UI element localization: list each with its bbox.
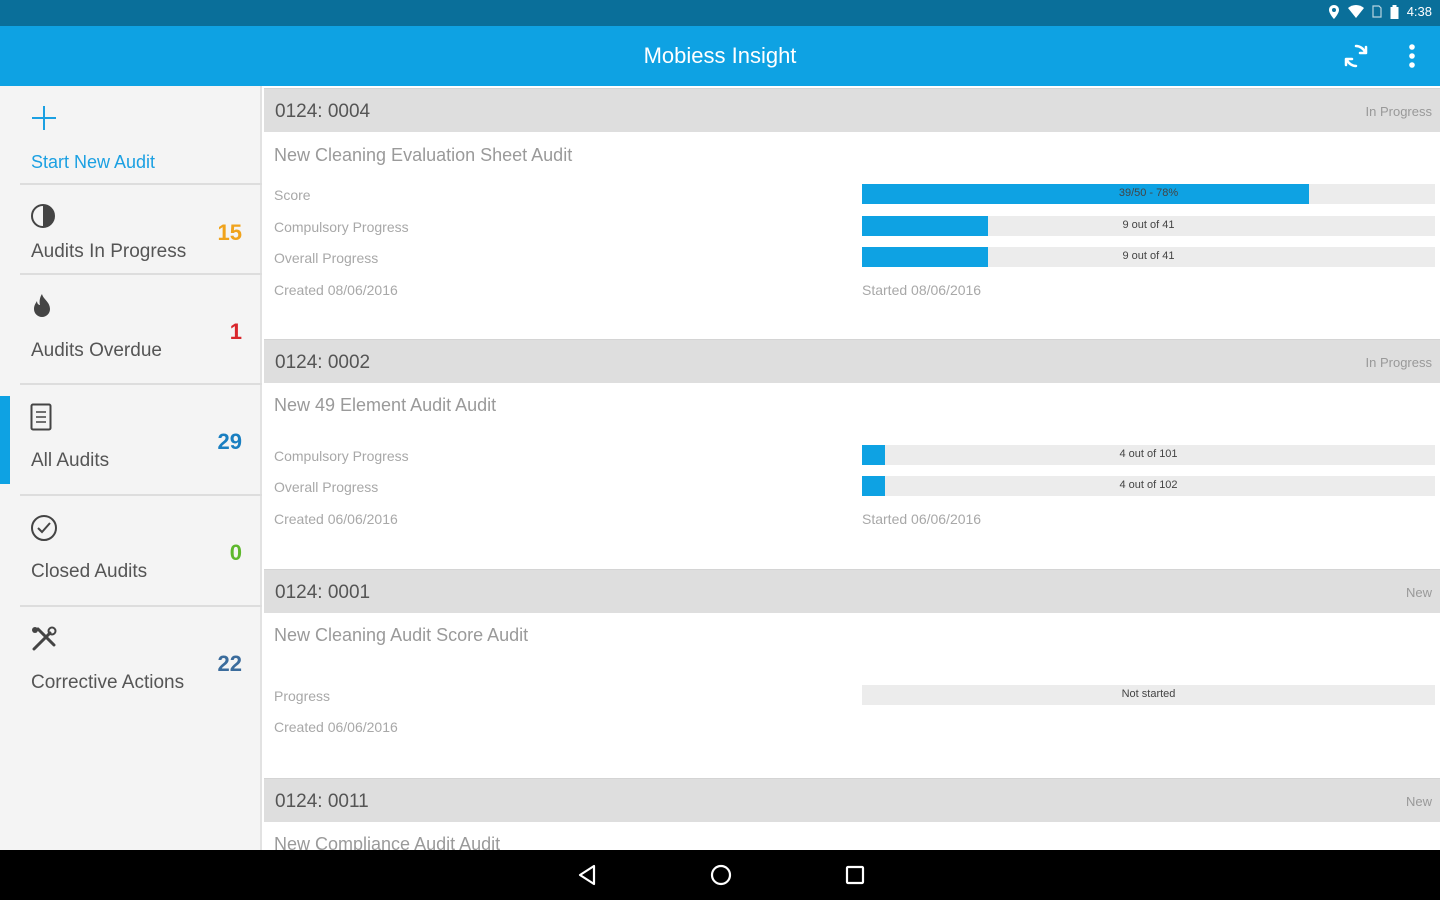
audit-card-header[interactable]: 0124: 0002 In Progress <box>264 339 1440 383</box>
compulsory-progress-bar: 4 out of 101 <box>862 445 1435 465</box>
sidebar-item-count: 0 <box>229 540 242 565</box>
sidebar-item-audits-in-progress[interactable]: Audits In Progress 15 <box>20 185 262 275</box>
sidebar-item-label: Corrective Actions <box>31 672 185 693</box>
bar-text: 39/50 - 78% <box>1118 187 1179 199</box>
sidebar-item-count: 22 <box>217 651 242 676</box>
audit-title[interactable]: New Cleaning Audit Score Audit <box>274 625 528 646</box>
sidebar-item-label: Audits In Progress <box>31 241 187 262</box>
status-icons: 4:38 <box>1328 4 1432 19</box>
row-label: Overall Progress <box>274 479 379 495</box>
bar-text: 4 out of 101 <box>1119 448 1178 460</box>
audit-status: In Progress <box>1365 355 1432 370</box>
audit-status: New <box>1405 585 1432 600</box>
audit-list[interactable]: 0124: 0004 In Progress New Cleaning Eval… <box>264 86 1440 850</box>
audit-card-header[interactable]: 0124: 0011 New <box>264 778 1440 822</box>
back-button[interactable] <box>572 860 602 890</box>
audit-id: 0124: 0002 <box>275 352 371 373</box>
sidebar-item-count: 15 <box>217 220 242 245</box>
row-label: Compulsory Progress <box>274 448 409 464</box>
overall-progress-bar: 9 out of 41 <box>862 247 1435 267</box>
created-date: Created 08/06/2016 <box>274 282 398 298</box>
no-sim-icon <box>1372 5 1382 18</box>
sidebar-item-label: All Audits <box>31 450 110 471</box>
audit-card-header[interactable]: 0124: 0004 In Progress <box>264 88 1440 132</box>
status-time: 4:38 <box>1406 4 1432 19</box>
row-label: Score <box>274 187 311 203</box>
start-new-audit-button[interactable]: Start New Audit <box>20 86 262 185</box>
app-bar: Mobiess Insight <box>0 26 1440 86</box>
audit-id: 0124: 0004 <box>275 101 371 122</box>
audit-status: New <box>1405 794 1432 809</box>
sidebar-item-all-audits[interactable]: All Audits 29 <box>20 385 262 496</box>
audit-id: 0124: 0001 <box>275 582 371 603</box>
bar-text: Not started <box>1121 688 1176 700</box>
audit-status: In Progress <box>1365 104 1432 119</box>
active-item-indicator <box>0 396 10 484</box>
progress-bar: Not started <box>862 685 1435 705</box>
app-bar-actions <box>1340 40 1428 72</box>
wifi-icon <box>1347 5 1364 18</box>
row-label: Overall Progress <box>274 250 379 266</box>
app-title: Mobiess Insight <box>643 43 797 68</box>
sidebar-item-corrective-actions[interactable]: Corrective Actions 22 <box>20 607 262 717</box>
audit-card-header[interactable]: 0124: 0001 New <box>264 569 1440 613</box>
row-label: Progress <box>274 688 331 704</box>
bar-text: 9 out of 41 <box>1122 250 1175 262</box>
check-circle-icon <box>31 515 57 541</box>
sidebar-item-audits-overdue[interactable]: Audits Overdue 1 <box>20 275 262 385</box>
audit-id: 0124: 0011 <box>275 791 369 812</box>
battery-icon <box>1390 4 1399 19</box>
back-icon <box>578 864 596 886</box>
row-label: Compulsory Progress <box>274 219 409 235</box>
score-bar: 39/50 - 78% <box>862 184 1435 204</box>
audit-title[interactable]: New Cleaning Evaluation Sheet Audit <box>274 145 572 166</box>
status-bar: 4:38 <box>0 0 1440 26</box>
started-date: Started 06/06/2016 <box>862 511 982 527</box>
half-circle-icon <box>31 204 55 228</box>
recents-button[interactable] <box>840 860 870 890</box>
created-date: Created 06/06/2016 <box>274 511 398 527</box>
created-date: Created 06/06/2016 <box>274 719 398 735</box>
start-new-audit-label: Start New Audit <box>31 152 156 172</box>
sidebar: Start New Audit Audits In Progress 15 Au… <box>0 86 262 850</box>
location-icon <box>1328 4 1339 19</box>
plus-icon <box>32 106 56 130</box>
home-button[interactable] <box>706 860 736 890</box>
overall-progress-bar: 4 out of 102 <box>862 476 1435 496</box>
system-nav-bar <box>0 850 1440 900</box>
sidebar-item-count: 1 <box>229 319 242 344</box>
document-icon <box>30 403 52 431</box>
audit-title[interactable]: New 49 Element Audit Audit <box>274 395 496 416</box>
sidebar-item-label: Audits Overdue <box>31 340 162 361</box>
sync-icon <box>1344 44 1368 68</box>
fire-icon <box>34 294 50 317</box>
tools-icon <box>32 626 57 651</box>
audit-title[interactable]: New Compliance Audit Audit <box>274 834 500 850</box>
bar-text: 4 out of 102 <box>1119 479 1178 491</box>
bar-text: 9 out of 41 <box>1122 219 1175 231</box>
sync-button[interactable] <box>1340 40 1372 72</box>
home-icon <box>710 864 732 886</box>
overflow-menu-button[interactable] <box>1396 40 1428 72</box>
compulsory-progress-bar: 9 out of 41 <box>862 216 1435 236</box>
more-vert-icon <box>1409 44 1415 68</box>
started-date: Started 08/06/2016 <box>862 282 982 298</box>
sidebar-item-closed-audits[interactable]: Closed Audits 0 <box>20 496 262 607</box>
sidebar-item-label: Closed Audits <box>31 561 148 582</box>
sidebar-item-count: 29 <box>217 429 242 454</box>
recents-icon <box>845 865 865 885</box>
